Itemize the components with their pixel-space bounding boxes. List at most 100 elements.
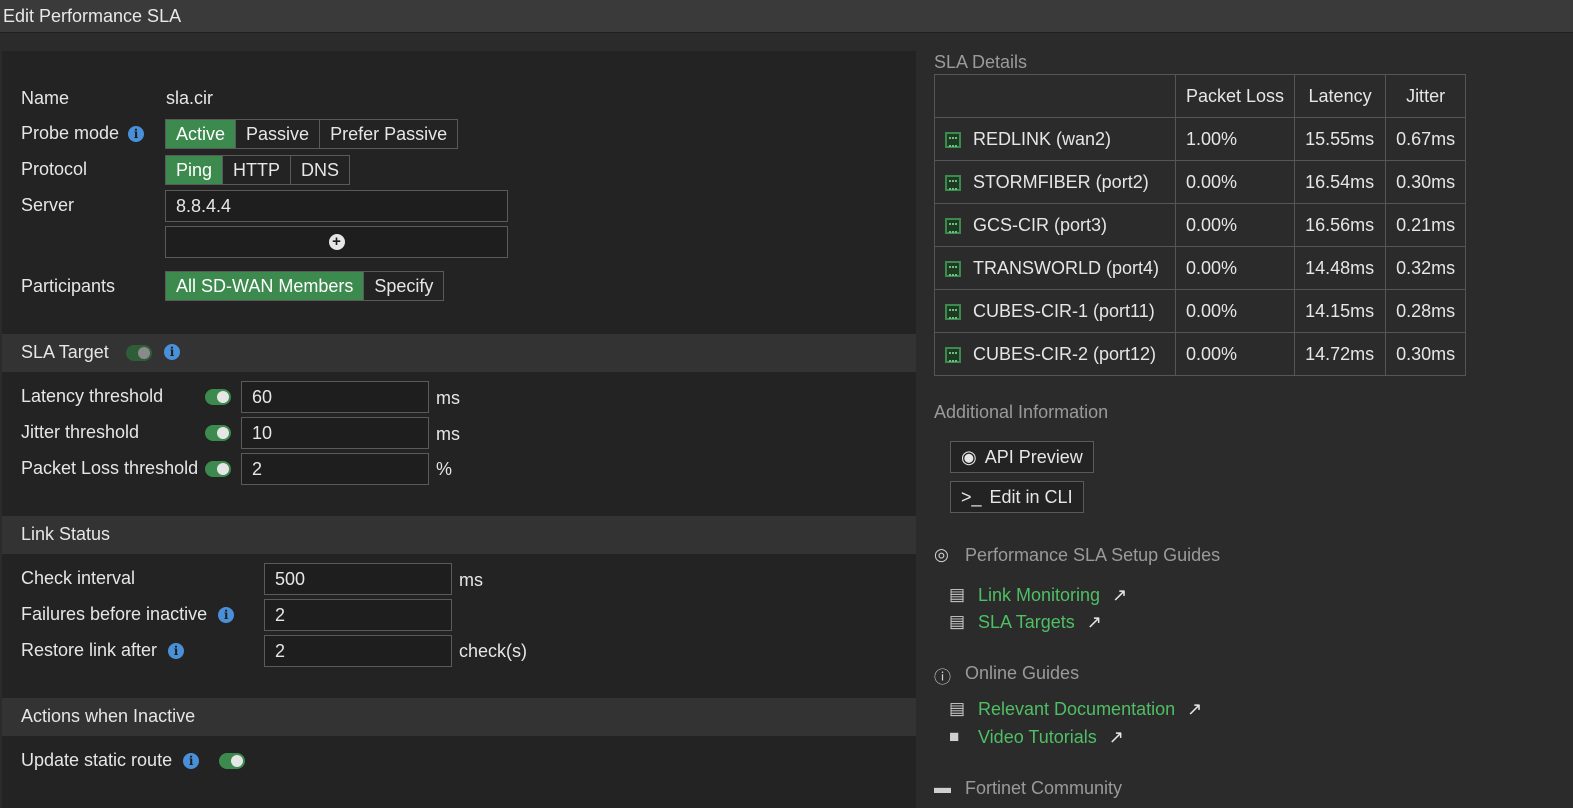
globe-icon: ◎ <box>934 545 949 564</box>
info-icon[interactable]: i <box>164 344 180 360</box>
add-server-button[interactable]: + <box>165 226 508 258</box>
participants-specify[interactable]: Specify <box>364 272 444 300</box>
column-header-latency: Latency <box>1294 74 1387 118</box>
interface-name: TRANSWORLD (port4) <box>973 257 1160 278</box>
jitter-cell: 0.32ms <box>1385 246 1467 290</box>
relevant-documentation-link[interactable]: Relevant Documentation ↗ <box>978 699 1202 720</box>
interface-icon <box>945 303 961 320</box>
jitter-threshold-label: Jitter threshold <box>21 422 140 442</box>
restore-link-after-input[interactable]: 2 <box>264 635 452 667</box>
info-icon[interactable]: i <box>128 126 145 143</box>
latency-cell: 16.56ms <box>1294 203 1387 247</box>
protocol-selector: Ping HTTP DNS <box>165 155 351 185</box>
server-label: Server <box>21 195 75 215</box>
question-circle-icon: ⓘ <box>934 668 951 687</box>
plus-icon: + <box>328 234 345 250</box>
jitter-cell: 0.30ms <box>1385 160 1467 204</box>
probe-mode-label-text: Probe mode <box>21 123 120 143</box>
book-icon: ▤ <box>949 612 966 631</box>
video-tutorials-text: Video Tutorials <box>978 727 1097 747</box>
page-title: Edit Performance SLA <box>3 6 182 26</box>
protocol-label: Protocol <box>21 159 88 179</box>
latency-cell: 14.48ms <box>1294 246 1387 290</box>
latency-threshold-toggle[interactable] <box>205 389 231 405</box>
packet-loss-cell: 0.00% <box>1174 332 1296 376</box>
jitter-cell: 0.28ms <box>1385 289 1467 333</box>
interface-cell: TRANSWORLD (port4) <box>934 246 1176 290</box>
packet-loss-cell: 0.00% <box>1174 203 1296 247</box>
video-tutorials-link[interactable]: Video Tutorials ↗ <box>978 727 1124 748</box>
table-row: GCS-CIR (port3) 0.00% 16.56ms 0.21ms <box>934 203 1467 247</box>
sla-details-title: SLA Details <box>934 52 1028 72</box>
table-row: TRANSWORLD (port4) 0.00% 14.48ms 0.32ms <box>934 246 1467 290</box>
actions-inactive-section-header: Actions when Inactive <box>2 698 916 736</box>
link-status-title: Link Status <box>21 524 111 544</box>
latency-threshold-input[interactable]: 60 <box>241 381 429 413</box>
jitter-threshold-toggle[interactable] <box>205 425 231 441</box>
comments-icon: ▬ <box>934 778 951 797</box>
probe-mode-passive[interactable]: Passive <box>236 120 321 148</box>
jitter-cell: 0.21ms <box>1385 203 1467 247</box>
book-icon: ▤ <box>949 585 966 604</box>
table-row: STORMFIBER (port2) 0.00% 16.54ms 0.30ms <box>934 160 1467 204</box>
protocol-http[interactable]: HTTP <box>223 156 292 184</box>
packet-loss-threshold-input[interactable]: 2 <box>241 453 429 485</box>
link-monitoring-text: Link Monitoring <box>978 585 1101 605</box>
sla-target-title: SLA Target <box>21 342 109 362</box>
sla-target-section-header: SLA Target i <box>2 334 916 372</box>
terminal-icon: >_ <box>961 487 982 507</box>
info-icon[interactable]: i <box>168 643 185 660</box>
api-preview-label: API Preview <box>984 447 1083 467</box>
online-guides-title: Online Guides <box>965 663 1080 683</box>
update-static-route-toggle[interactable] <box>219 753 245 769</box>
interface-cell: CUBES-CIR-2 (port12) <box>934 332 1176 376</box>
packet-loss-cell: 0.00% <box>1174 246 1296 290</box>
actions-inactive-title: Actions when Inactive <box>21 706 196 726</box>
check-interval-input[interactable]: 500 <box>264 563 452 595</box>
table-header-row: Packet Loss Latency Jitter <box>934 74 1467 118</box>
failures-before-inactive-input[interactable]: 2 <box>264 599 452 631</box>
sla-targets-link[interactable]: SLA Targets ↗ <box>978 612 1102 633</box>
packet-loss-threshold-toggle[interactable] <box>205 461 231 477</box>
link-status-section-header: Link Status <box>2 516 916 554</box>
external-link-icon: ↗ <box>1187 699 1203 719</box>
server-input[interactable]: 8.8.4.4 <box>165 190 508 222</box>
sla-target-toggle[interactable] <box>126 345 152 361</box>
eye-icon: ◉ <box>961 447 977 467</box>
jitter-threshold-input[interactable]: 10 <box>241 417 429 449</box>
table-row: CUBES-CIR-1 (port11) 0.00% 14.15ms 0.28m… <box>934 289 1467 333</box>
probe-mode-active[interactable]: Active <box>166 120 237 148</box>
video-camera-icon: ■ <box>949 727 960 746</box>
interface-cell: CUBES-CIR-1 (port11) <box>934 289 1176 333</box>
restore-label-text: Restore link after <box>21 640 158 660</box>
book-icon: ▤ <box>949 699 966 718</box>
name-label: Name <box>21 88 70 108</box>
probe-mode-label: Probe mode i <box>21 123 145 144</box>
latency-threshold-label: Latency threshold <box>21 386 164 406</box>
info-icon[interactable]: i <box>218 607 235 624</box>
jitter-cell: 0.67ms <box>1385 117 1467 161</box>
packet-loss-unit: % <box>436 459 453 479</box>
link-monitoring-link[interactable]: Link Monitoring ↗ <box>978 585 1127 606</box>
probe-mode-prefer-passive[interactable]: Prefer Passive <box>320 120 458 148</box>
interface-icon <box>945 346 961 363</box>
update-static-route-label: Update static route i <box>21 750 200 771</box>
edit-in-cli-label: Edit in CLI <box>989 487 1073 507</box>
check-interval-label: Check interval <box>21 568 136 588</box>
participants-label: Participants <box>21 276 116 296</box>
interface-name: REDLINK (wan2) <box>973 128 1112 149</box>
interface-name: GCS-CIR (port3) <box>973 214 1108 235</box>
jitter-unit: ms <box>436 424 460 444</box>
sla-targets-text: SLA Targets <box>978 612 1075 632</box>
failures-before-inactive-label: Failures before inactive i <box>21 604 235 625</box>
participants-all[interactable]: All SD-WAN Members <box>166 272 365 300</box>
edit-in-cli-button[interactable]: >_ Edit in CLI <box>950 481 1084 513</box>
column-header-interface <box>934 74 1176 118</box>
api-preview-button[interactable]: ◉ API Preview <box>950 441 1094 473</box>
protocol-ping[interactable]: Ping <box>166 156 224 184</box>
table-row: CUBES-CIR-2 (port12) 0.00% 14.72ms 0.30m… <box>934 332 1467 376</box>
protocol-dns[interactable]: DNS <box>291 156 350 184</box>
table-row: REDLINK (wan2) 1.00% 15.55ms 0.67ms <box>934 117 1467 161</box>
info-icon[interactable]: i <box>183 753 200 770</box>
interface-name: CUBES-CIR-1 (port11) <box>973 300 1155 321</box>
